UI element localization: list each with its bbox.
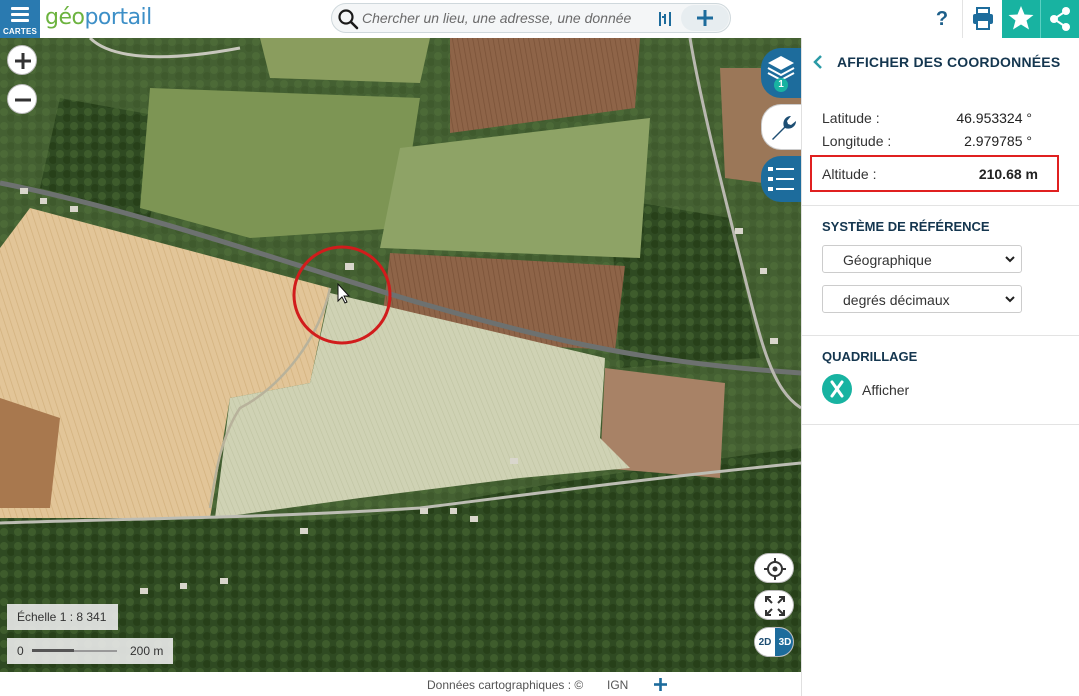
plus-icon xyxy=(697,10,713,26)
print-button[interactable] xyxy=(962,0,1002,38)
altitude-label: Altitude : xyxy=(822,166,877,182)
layers-icon xyxy=(767,56,795,92)
longitude-label: Longitude : xyxy=(822,133,892,149)
back-chevron-icon[interactable] xyxy=(812,54,824,70)
latitude-row: Latitude : 46.953324 ° xyxy=(822,110,1032,126)
units-select[interactable]: degrés décimaux xyxy=(822,285,1022,313)
layer-count-badge: 1 xyxy=(778,79,784,90)
print-icon xyxy=(973,7,993,30)
hamburger-icon xyxy=(11,7,29,25)
share-button[interactable] xyxy=(1040,0,1079,38)
aerial-imagery xyxy=(0,38,801,672)
2d-3d-toggle[interactable]: 2D 3D xyxy=(754,627,794,657)
altitude-value: 210.68 m xyxy=(978,166,1038,182)
plus-icon xyxy=(15,53,31,69)
advanced-search-icon[interactable] xyxy=(658,10,674,28)
top-bar: CARTES géoportail ? xyxy=(0,0,1079,38)
grid-toggle-button[interactable] xyxy=(822,374,852,404)
scale-label: Échelle 1 : 8 341 xyxy=(7,604,118,630)
geoportail-logo[interactable]: géoportail xyxy=(45,5,152,30)
latitude-label: Latitude : xyxy=(822,110,880,126)
toggle-3d[interactable]: 3D xyxy=(775,628,793,656)
geolocate-button[interactable] xyxy=(754,553,794,583)
zoom-in-button[interactable] xyxy=(7,45,37,75)
scale-bar-max: 200 m xyxy=(130,644,164,658)
map-footer: Données cartographiques : © IGN xyxy=(0,672,801,696)
scale-bar: 0 200 m xyxy=(7,638,173,664)
search-input[interactable] xyxy=(362,7,677,29)
longitude-row: Longitude : 2.979785 ° xyxy=(822,133,1032,149)
fullscreen-button[interactable] xyxy=(754,590,794,620)
menu-label: CARTES xyxy=(2,27,38,36)
close-x-icon xyxy=(830,380,844,398)
add-data-button[interactable] xyxy=(681,5,729,31)
coordinates-panel: AFFICHER DES COORDONNÉES Latitude : 46.9… xyxy=(801,38,1079,696)
credits-text: Données cartographiques : © xyxy=(427,678,584,692)
chevron-down-icon xyxy=(1005,256,1015,263)
tools-tab[interactable] xyxy=(761,104,801,150)
minus-icon xyxy=(15,98,31,102)
zoom-out-button[interactable] xyxy=(7,84,37,114)
star-icon xyxy=(1008,6,1034,30)
help-button[interactable]: ? xyxy=(922,0,962,38)
latitude-value: 46.953324 ° xyxy=(956,110,1032,126)
wrench-icon xyxy=(772,116,796,140)
more-credits-icon[interactable] xyxy=(654,678,667,691)
crosshair-icon xyxy=(764,558,786,580)
favorite-button[interactable] xyxy=(1002,0,1040,38)
search-icon[interactable] xyxy=(337,8,359,30)
panel-title: AFFICHER DES COORDONNÉES xyxy=(837,54,1061,70)
map-view[interactable]: 1 2D 3D Échelle 1: 8 341 0 200 m xyxy=(0,38,801,672)
menu-button[interactable]: CARTES xyxy=(0,0,40,38)
altitude-row: Altitude : 210.68 m xyxy=(822,166,1038,182)
reference-system-select[interactable]: Géographique xyxy=(822,245,1022,273)
layers-tab[interactable]: 1 xyxy=(761,48,801,98)
grid-title: QUADRILLAGE xyxy=(822,349,918,364)
chevron-down-icon xyxy=(1005,296,1015,303)
share-icon xyxy=(1050,7,1070,31)
toggle-2d[interactable]: 2D xyxy=(755,628,775,656)
grid-toggle-label[interactable]: Afficher xyxy=(862,382,909,398)
search-bar xyxy=(331,3,731,33)
reference-system-title: SYSTÈME DE RÉFÉRENCE xyxy=(822,219,990,234)
scale-bar-min: 0 xyxy=(17,644,24,658)
credits-provider[interactable]: IGN xyxy=(607,678,628,692)
expand-icon xyxy=(765,596,785,616)
legend-list-icon xyxy=(768,167,794,191)
longitude-value: 2.979785 ° xyxy=(964,133,1032,149)
legend-tab[interactable] xyxy=(761,156,801,202)
